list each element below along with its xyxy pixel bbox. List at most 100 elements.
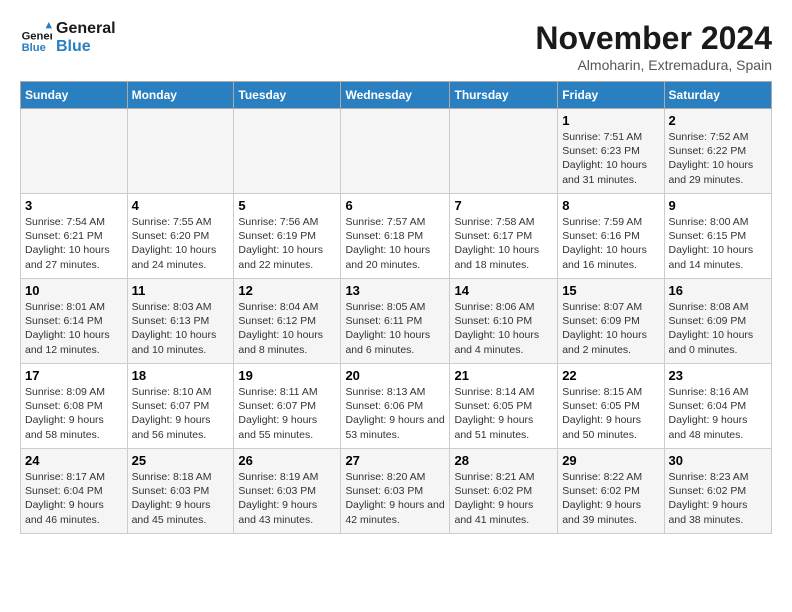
month-title: November 2024 — [535, 20, 772, 57]
day-info: Sunrise: 7:59 AM Sunset: 6:16 PM Dayligh… — [562, 215, 659, 272]
day-number: 24 — [25, 453, 123, 468]
day-info: Sunrise: 8:16 AM Sunset: 6:04 PM Dayligh… — [669, 385, 767, 442]
weekday-header-monday: Monday — [127, 82, 234, 109]
calendar-cell: 18Sunrise: 8:10 AM Sunset: 6:07 PM Dayli… — [127, 364, 234, 449]
calendar-cell — [21, 109, 128, 194]
day-info: Sunrise: 8:17 AM Sunset: 6:04 PM Dayligh… — [25, 470, 123, 527]
day-number: 12 — [238, 283, 336, 298]
day-number: 16 — [669, 283, 767, 298]
calendar-cell: 30 Sunrise: 8:23 AM Sunset: 6:02 PM Dayli… — [664, 449, 771, 534]
calendar-cell: 10 Sunrise: 8:01 AM Sunset: 6:14 PM Dayli… — [21, 279, 128, 364]
weekday-header-friday: Friday — [558, 82, 664, 109]
day-info: Sunrise: 8:03 AM Sunset: 6:13 PM Dayligh… — [132, 300, 230, 357]
calendar-cell: 27 Sunrise: 8:20 AM Sunset: 6:03 PM Dayli… — [341, 449, 450, 534]
calendar-cell: 22 Sunrise: 8:15 AM Sunset: 6:05 PM Dayli… — [558, 364, 664, 449]
day-info: Sunrise: 8:10 AM Sunset: 6:07 PM Dayligh… — [132, 385, 230, 442]
calendar-cell: 23 Sunrise: 8:16 AM Sunset: 6:04 PM Dayli… — [664, 364, 771, 449]
day-number: 6 — [345, 198, 445, 213]
day-number: 19 — [238, 368, 336, 383]
day-number: 13 — [345, 283, 445, 298]
day-info: Sunrise: 8:13 AM Sunset: 6:06 PM Dayligh… — [345, 385, 445, 442]
calendar-cell: 7Sunrise: 7:58 AM Sunset: 6:17 PM Daylig… — [450, 194, 558, 279]
day-number: 27 — [345, 453, 445, 468]
day-number: 25 — [132, 453, 230, 468]
header: General Blue General Blue November 2024 … — [20, 20, 772, 73]
week-row-3: 10 Sunrise: 8:01 AM Sunset: 6:14 PM Dayli… — [21, 279, 772, 364]
day-number: 9 — [669, 198, 767, 213]
day-number: 1 — [562, 113, 659, 128]
calendar-cell: 13 Sunrise: 8:05 AM Sunset: 6:11 PM Dayli… — [341, 279, 450, 364]
calendar-cell: 12 Sunrise: 8:04 AM Sunset: 6:12 PM Dayli… — [234, 279, 341, 364]
day-info: Sunrise: 7:52 AM Sunset: 6:22 PM Dayligh… — [669, 130, 767, 187]
day-number: 26 — [238, 453, 336, 468]
calendar-cell: 5 Sunrise: 7:56 AM Sunset: 6:19 PM Daylig… — [234, 194, 341, 279]
day-number: 23 — [669, 368, 767, 383]
calendar-table: SundayMondayTuesdayWednesdayThursdayFrid… — [20, 81, 772, 534]
calendar-cell — [127, 109, 234, 194]
day-info: Sunrise: 8:21 AM Sunset: 6:02 PM Dayligh… — [454, 470, 553, 527]
day-info: Sunrise: 7:56 AM Sunset: 6:19 PM Dayligh… — [238, 215, 336, 272]
calendar-cell: 25Sunrise: 8:18 AM Sunset: 6:03 PM Dayli… — [127, 449, 234, 534]
day-number: 15 — [562, 283, 659, 298]
week-row-4: 17 Sunrise: 8:09 AM Sunset: 6:08 PM Dayli… — [21, 364, 772, 449]
logo: General Blue General Blue — [20, 20, 116, 56]
calendar-cell: 29Sunrise: 8:22 AM Sunset: 6:02 PM Dayli… — [558, 449, 664, 534]
day-number: 17 — [25, 368, 123, 383]
calendar-cell: 20 Sunrise: 8:13 AM Sunset: 6:06 PM Dayli… — [341, 364, 450, 449]
svg-text:Blue: Blue — [22, 42, 46, 54]
weekday-header-sunday: Sunday — [21, 82, 128, 109]
calendar-cell — [450, 109, 558, 194]
day-number: 30 — [669, 453, 767, 468]
calendar-cell: 24 Sunrise: 8:17 AM Sunset: 6:04 PM Dayli… — [21, 449, 128, 534]
day-number: 14 — [454, 283, 553, 298]
day-info: Sunrise: 8:09 AM Sunset: 6:08 PM Dayligh… — [25, 385, 123, 442]
day-info: Sunrise: 8:19 AM Sunset: 6:03 PM Dayligh… — [238, 470, 336, 527]
day-info: Sunrise: 8:15 AM Sunset: 6:05 PM Dayligh… — [562, 385, 659, 442]
day-number: 3 — [25, 198, 123, 213]
day-number: 28 — [454, 453, 553, 468]
week-row-1: 1Sunrise: 7:51 AM Sunset: 6:23 PM Daylig… — [21, 109, 772, 194]
calendar-cell: 17 Sunrise: 8:09 AM Sunset: 6:08 PM Dayli… — [21, 364, 128, 449]
day-info: Sunrise: 8:20 AM Sunset: 6:03 PM Dayligh… — [345, 470, 445, 527]
day-info: Sunrise: 8:05 AM Sunset: 6:11 PM Dayligh… — [345, 300, 445, 357]
day-number: 5 — [238, 198, 336, 213]
day-number: 8 — [562, 198, 659, 213]
calendar-cell: 21Sunrise: 8:14 AM Sunset: 6:05 PM Dayli… — [450, 364, 558, 449]
day-number: 10 — [25, 283, 123, 298]
svg-text:General: General — [22, 31, 52, 43]
calendar-cell: 26 Sunrise: 8:19 AM Sunset: 6:03 PM Dayli… — [234, 449, 341, 534]
weekday-header-tuesday: Tuesday — [234, 82, 341, 109]
calendar-cell: 11Sunrise: 8:03 AM Sunset: 6:13 PM Dayli… — [127, 279, 234, 364]
day-info: Sunrise: 8:00 AM Sunset: 6:15 PM Dayligh… — [669, 215, 767, 272]
calendar-cell: 2 Sunrise: 7:52 AM Sunset: 6:22 PM Daylig… — [664, 109, 771, 194]
weekday-header-thursday: Thursday — [450, 82, 558, 109]
title-area: November 2024 Almoharin, Extremadura, Sp… — [535, 20, 772, 73]
weekday-header-row: SundayMondayTuesdayWednesdayThursdayFrid… — [21, 82, 772, 109]
calendar-cell: 4Sunrise: 7:55 AM Sunset: 6:20 PM Daylig… — [127, 194, 234, 279]
week-row-5: 24 Sunrise: 8:17 AM Sunset: 6:04 PM Dayli… — [21, 449, 772, 534]
day-number: 22 — [562, 368, 659, 383]
day-info: Sunrise: 8:01 AM Sunset: 6:14 PM Dayligh… — [25, 300, 123, 357]
calendar-cell — [341, 109, 450, 194]
day-number: 21 — [454, 368, 553, 383]
weekday-header-saturday: Saturday — [664, 82, 771, 109]
logo-icon: General Blue — [20, 22, 52, 54]
calendar-cell: 8 Sunrise: 7:59 AM Sunset: 6:16 PM Daylig… — [558, 194, 664, 279]
day-info: Sunrise: 8:23 AM Sunset: 6:02 PM Dayligh… — [669, 470, 767, 527]
calendar-cell — [234, 109, 341, 194]
day-number: 2 — [669, 113, 767, 128]
weekday-header-wednesday: Wednesday — [341, 82, 450, 109]
calendar-cell: 16Sunrise: 8:08 AM Sunset: 6:09 PM Dayli… — [664, 279, 771, 364]
day-info: Sunrise: 8:07 AM Sunset: 6:09 PM Dayligh… — [562, 300, 659, 357]
day-info: Sunrise: 7:55 AM Sunset: 6:20 PM Dayligh… — [132, 215, 230, 272]
day-number: 20 — [345, 368, 445, 383]
calendar-cell: 14 Sunrise: 8:06 AM Sunset: 6:10 PM Dayli… — [450, 279, 558, 364]
day-info: Sunrise: 7:57 AM Sunset: 6:18 PM Dayligh… — [345, 215, 445, 272]
day-info: Sunrise: 8:06 AM Sunset: 6:10 PM Dayligh… — [454, 300, 553, 357]
calendar-cell: 6 Sunrise: 7:57 AM Sunset: 6:18 PM Daylig… — [341, 194, 450, 279]
day-info: Sunrise: 8:22 AM Sunset: 6:02 PM Dayligh… — [562, 470, 659, 527]
day-number: 7 — [454, 198, 553, 213]
day-info: Sunrise: 8:04 AM Sunset: 6:12 PM Dayligh… — [238, 300, 336, 357]
calendar-cell: 9 Sunrise: 8:00 AM Sunset: 6:15 PM Daylig… — [664, 194, 771, 279]
day-info: Sunrise: 8:11 AM Sunset: 6:07 PM Dayligh… — [238, 385, 336, 442]
